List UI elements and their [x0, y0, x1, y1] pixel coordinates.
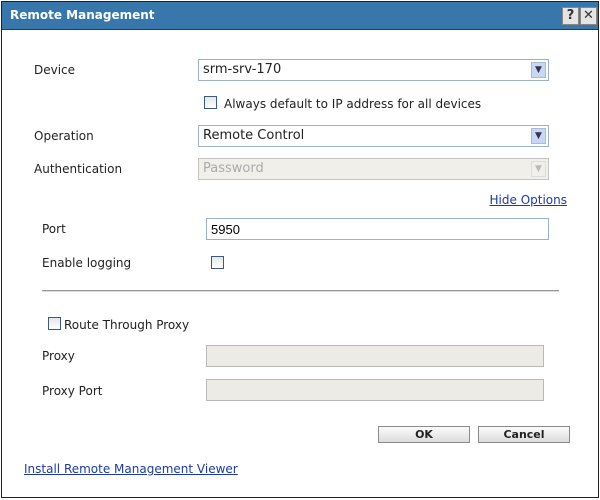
proxy-port-label: Proxy Port: [42, 384, 103, 398]
chevron-down-icon: ▼: [531, 62, 546, 78]
install-viewer-link[interactable]: Install Remote Management Viewer: [24, 462, 238, 476]
device-label: Device: [34, 63, 76, 77]
enable-logging-label: Enable logging: [42, 256, 132, 270]
cancel-button[interactable]: Cancel: [478, 426, 570, 443]
always-default-checkbox[interactable]: [204, 96, 217, 109]
route-proxy-checkbox[interactable]: [48, 317, 61, 330]
authentication-value: Password: [203, 161, 264, 176]
chevron-down-icon: ▼: [531, 161, 546, 177]
title-bar: Remote Management ? ✕: [2, 2, 598, 30]
authentication-label: Authentication: [34, 162, 123, 176]
authentication-select: Password ▼: [198, 158, 549, 180]
hide-options-link[interactable]: Hide Options: [490, 193, 567, 207]
help-icon[interactable]: ?: [562, 7, 579, 25]
enable-logging-checkbox[interactable]: [211, 256, 224, 269]
proxy-label: Proxy: [42, 349, 75, 363]
port-label: Port: [42, 222, 66, 236]
ok-button[interactable]: OK: [378, 426, 470, 443]
chevron-down-icon: ▼: [531, 128, 546, 144]
remote-management-dialog: Remote Management ? ✕ Device srm-srv-170…: [1, 1, 599, 498]
device-select[interactable]: srm-srv-170 ▼: [198, 59, 549, 81]
always-default-label: Always default to IP address for all dev…: [224, 97, 482, 111]
divider: [42, 290, 559, 292]
device-value: srm-srv-170: [203, 62, 282, 77]
operation-select[interactable]: Remote Control ▼: [198, 125, 549, 147]
route-proxy-label: Route Through Proxy: [64, 318, 190, 332]
proxy-input: [206, 345, 544, 367]
port-input[interactable]: [206, 218, 549, 240]
proxy-port-input: [206, 379, 544, 401]
dialog-title: Remote Management: [10, 8, 155, 22]
close-icon[interactable]: ✕: [580, 7, 597, 25]
operation-value: Remote Control: [203, 128, 305, 143]
operation-label: Operation: [34, 129, 94, 143]
